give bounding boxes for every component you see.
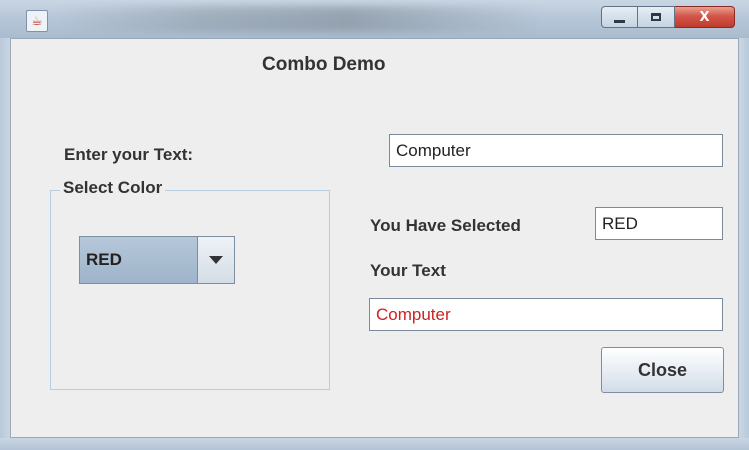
page-title: Combo Demo (262, 54, 386, 75)
close-button[interactable]: Close (601, 347, 724, 393)
your-text-field[interactable]: Computer (369, 298, 723, 331)
maximize-button[interactable] (638, 6, 675, 28)
combo-dropdown-button[interactable] (197, 237, 234, 283)
window-frame-right (739, 38, 749, 450)
minimize-button[interactable] (601, 6, 638, 28)
app-window: ☕ X Combo Demo Enter your Text: Computer… (0, 0, 749, 450)
title-bar-blur (60, 6, 540, 32)
close-icon: X (699, 9, 710, 25)
window-frame-left (0, 38, 10, 450)
maximize-icon (651, 13, 661, 21)
close-window-button[interactable]: X (675, 6, 735, 28)
select-color-group (50, 190, 330, 390)
java-cup-icon[interactable]: ☕ (26, 10, 48, 32)
minimize-icon (614, 19, 625, 23)
enter-text-label: Enter your Text: (64, 145, 194, 164)
window-controls: X (601, 6, 735, 30)
enter-text-field[interactable]: Computer (389, 134, 723, 167)
you-have-selected-label: You Have Selected (370, 216, 521, 235)
chevron-down-icon (209, 256, 223, 264)
select-color-title: Select Color (60, 178, 166, 198)
selected-color-field[interactable]: RED (595, 207, 723, 240)
title-bar[interactable]: ☕ X (0, 0, 749, 39)
color-combo-box[interactable]: RED (79, 236, 235, 284)
your-text-label: Your Text (370, 261, 446, 280)
window-frame-bottom (0, 438, 749, 450)
color-combo-value[interactable]: RED (80, 237, 197, 283)
